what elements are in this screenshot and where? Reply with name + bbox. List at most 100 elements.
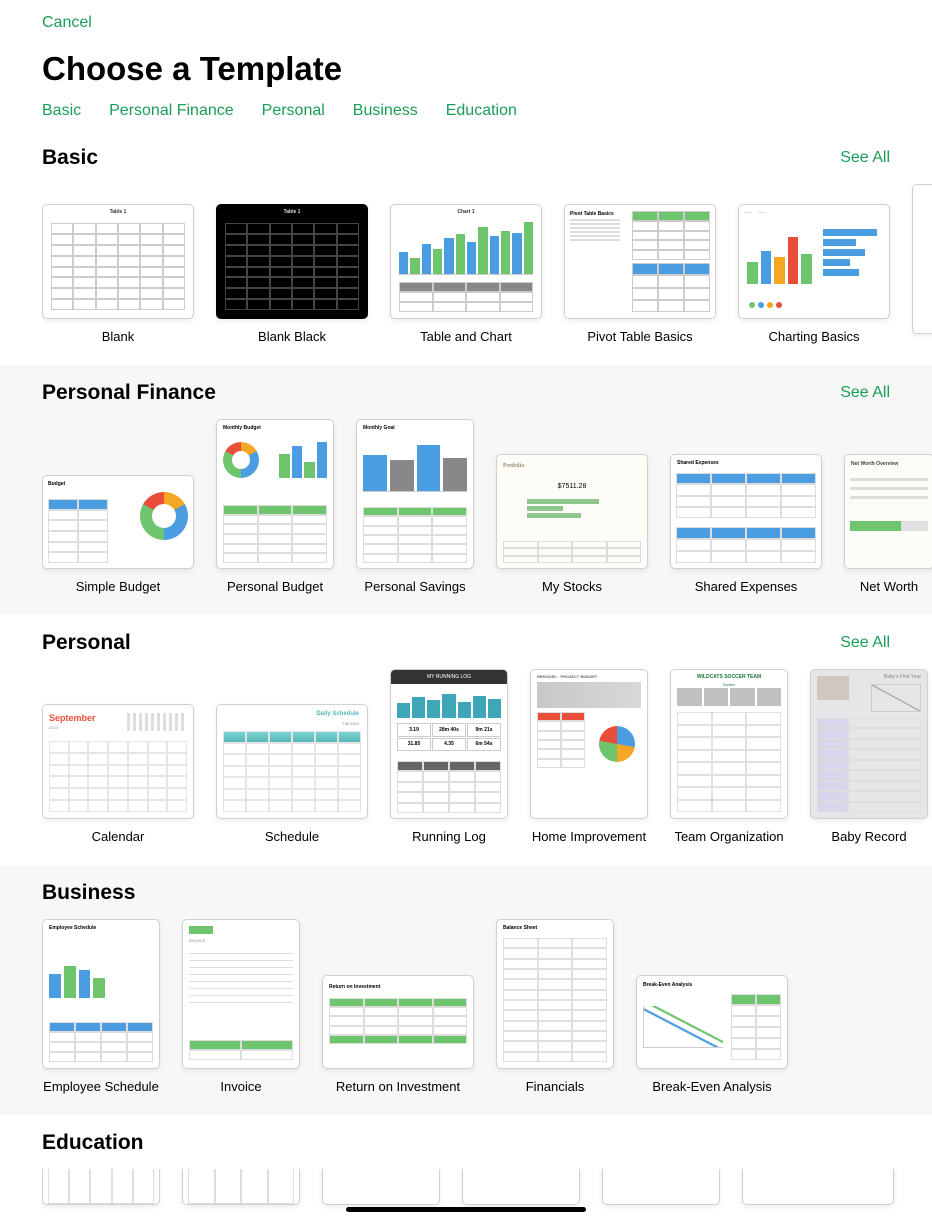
stat: 31.85	[397, 738, 431, 752]
thumb-title: Table 1	[217, 209, 367, 215]
stat: 4.35	[432, 738, 466, 752]
thumb-title: Shared Expenses	[677, 460, 719, 466]
tab-education[interactable]: Education	[446, 102, 517, 120]
template-return-on-investment[interactable]: Return on Investment Return on Investmen…	[322, 975, 474, 1094]
template-label: Employee Schedule	[43, 1079, 159, 1094]
template-label: Home Improvement	[532, 829, 646, 844]
template-label: Net Worth	[860, 579, 918, 594]
section-personal: Personal See All September 2024 Calendar…	[0, 615, 932, 865]
template-label: Return on Investment	[336, 1079, 460, 1094]
thumb-title: Portfolio	[503, 463, 524, 469]
thumb-title: REMODEL · PROJECT BUDGET	[537, 674, 597, 679]
template-break-even-analysis[interactable]: Break-Even Analysis Break-Even Analysis	[636, 975, 788, 1094]
template-partial[interactable]	[912, 184, 932, 344]
template-label: Running Log	[412, 829, 486, 844]
thumb-title: September	[49, 713, 96, 723]
section-basic: Basic See All Table 1 Blank Table 1 Blan…	[0, 130, 932, 365]
page-title: Choose a Template	[42, 50, 890, 88]
stat: 9m 21s	[467, 723, 501, 737]
template-label: Personal Savings	[364, 579, 465, 594]
template-grade-book[interactable]: Grade Book – 3rd Period English	[182, 1169, 300, 1215]
see-all-basic[interactable]: See All	[840, 149, 890, 167]
thumb-title: Monthly Budget	[223, 425, 261, 431]
template-personal-budget[interactable]: Monthly Budget Personal Budget	[216, 419, 334, 594]
section-title-business: Business	[42, 881, 135, 905]
section-education: Education Attendance Sheet — October 202…	[0, 1115, 932, 1216]
template-net-worth[interactable]: Net Worth Overview Net Worth	[844, 454, 932, 594]
tab-business[interactable]: Business	[353, 102, 418, 120]
template-my-stocks[interactable]: Portfolio $7511.28 My Stocks	[496, 454, 648, 594]
template-label: Blank	[102, 329, 135, 344]
thumb-title: Baby's First Year	[884, 674, 921, 680]
template-calendar[interactable]: September 2024 Calendar	[42, 704, 194, 844]
thumb-title: Balance Sheet	[503, 925, 537, 931]
template-label: Calendar	[92, 829, 145, 844]
thumb-title: INVOICE	[189, 938, 205, 943]
category-tabs: Basic Personal Finance Personal Business…	[42, 102, 890, 130]
template-label: Charting Basics	[768, 329, 859, 344]
template-label: Schedule	[265, 829, 319, 844]
template-pivot-table-basics[interactable]: Pivot Table Basics Pivot Table Basics	[564, 204, 716, 344]
thumb-title: WILDCATS SOCCER TEAM	[671, 674, 787, 680]
tab-personal-finance[interactable]: Personal Finance	[109, 102, 234, 120]
template-correlation-project[interactable]: Correlation Project	[602, 1169, 720, 1215]
thumb-title: Break-Even Analysis	[643, 982, 692, 988]
section-business: Business Employee Schedule Employee Sche…	[0, 865, 932, 1115]
template-label: My Stocks	[542, 579, 602, 594]
template-running-log[interactable]: MY RUNNING LOG 3.19 28m 40s 9m 21s 31.85…	[390, 669, 508, 844]
template-school-year[interactable]: 2024-2025 School Year	[742, 1169, 894, 1215]
template-charting-basics[interactable]: ———— Charting Basics	[738, 204, 890, 344]
section-title-personal-finance: Personal Finance	[42, 381, 216, 405]
thumb-year: 2024	[49, 725, 58, 730]
stat: 6m 54s	[467, 738, 501, 752]
section-title-basic: Basic	[42, 146, 98, 170]
template-baby-record[interactable]: Baby's First Year Baby Record	[810, 669, 928, 844]
template-personal-savings[interactable]: Monthly Goal Personal Savings	[356, 419, 474, 594]
tab-personal[interactable]: Personal	[262, 102, 325, 120]
thumb-title: Daily Schedule	[316, 711, 359, 717]
section-personal-finance: Personal Finance See All Budget Simple B…	[0, 365, 932, 615]
template-home-improvement[interactable]: REMODEL · PROJECT BUDGET Home Improvemen…	[530, 669, 648, 844]
template-attendance-sheet[interactable]: Attendance Sheet — October 2024	[42, 1169, 160, 1215]
template-label: Break-Even Analysis	[652, 1079, 771, 1094]
template-invoice[interactable]: INVOICE Invoice	[182, 919, 300, 1094]
stat: 3.19	[397, 723, 431, 737]
template-table-and-chart[interactable]: Chart 1 Table and Chart	[390, 204, 542, 344]
template-label: Baby Record	[831, 829, 906, 844]
thumb-title: Budget	[48, 481, 65, 487]
thumb-title: Table 1	[43, 209, 193, 215]
thumb-title: Net Worth Overview	[851, 461, 898, 467]
template-label: Team Organization	[674, 829, 783, 844]
template-label: Simple Budget	[76, 579, 161, 594]
template-label: Blank Black	[258, 329, 326, 344]
tab-basic[interactable]: Basic	[42, 102, 81, 120]
template-label: Personal Budget	[227, 579, 323, 594]
template-simple-budget[interactable]: Budget Simple Budget	[42, 475, 194, 594]
template-employee-schedule[interactable]: Employee Schedule Employee Schedule	[42, 919, 160, 1094]
template-shared-expenses[interactable]: Shared Expenses Shared Expenses	[670, 454, 822, 594]
section-title-personal: Personal	[42, 631, 131, 655]
thumb-title: Chart 1	[391, 209, 541, 215]
thumb-sub: Roster	[671, 682, 787, 687]
thumb-title: MY RUNNING LOG	[391, 670, 507, 684]
stat: 28m 40s	[432, 723, 466, 737]
template-label: Table and Chart	[420, 329, 512, 344]
template-blank[interactable]: Table 1 Blank	[42, 204, 194, 344]
thumb-title: Pivot Table Basics	[570, 211, 620, 217]
section-title-education: Education	[42, 1131, 144, 1155]
see-all-personal-finance[interactable]: See All	[840, 384, 890, 402]
thumb-title: Monthly Goal	[363, 425, 395, 431]
template-blank-black[interactable]: Table 1 Blank Black	[216, 204, 368, 344]
thumb-title: Employee Schedule	[49, 925, 96, 931]
template-label: Invoice	[220, 1079, 261, 1094]
thumb-title: Return on Investment	[329, 984, 380, 990]
template-label: Financials	[526, 1079, 585, 1094]
template-financials[interactable]: Balance Sheet Financials	[496, 919, 614, 1094]
cancel-button[interactable]: Cancel	[42, 14, 92, 32]
template-label: Pivot Table Basics	[587, 329, 692, 344]
see-all-personal[interactable]: See All	[840, 634, 890, 652]
template-schedule[interactable]: Daily Schedule Fall 2024 Schedule	[216, 704, 368, 844]
home-indicator[interactable]	[346, 1207, 586, 1212]
thumb-sub: Fall 2024	[343, 721, 359, 726]
template-team-organization[interactable]: WILDCATS SOCCER TEAM Roster Team Organiz…	[670, 669, 788, 844]
